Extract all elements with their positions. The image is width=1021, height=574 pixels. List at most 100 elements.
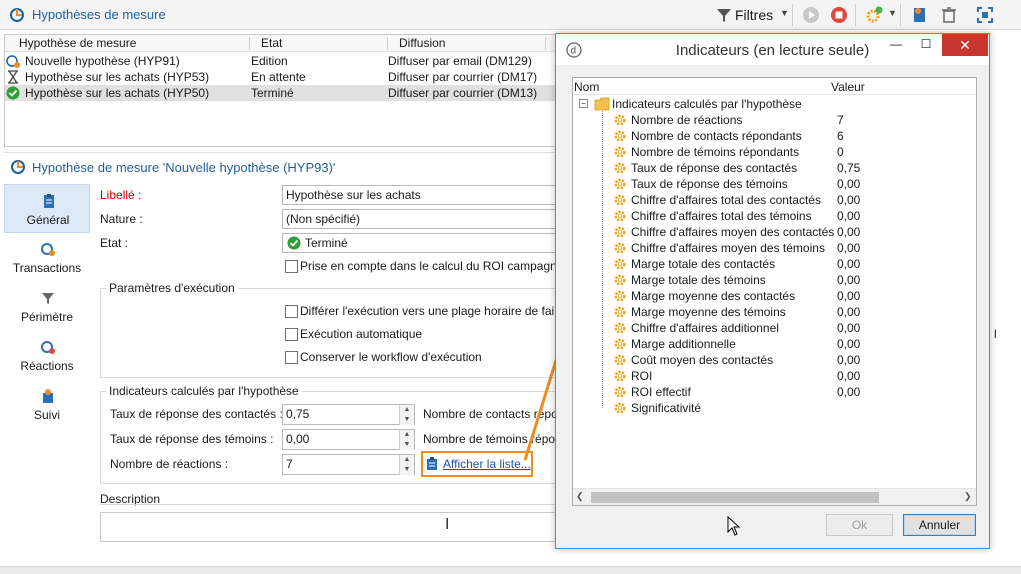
tree-item[interactable]: Taux de réponse des témoins 0,00 [573, 176, 976, 192]
tree-item-label: Nombre de contacts répondants [631, 129, 802, 143]
toolbar-divider [792, 4, 793, 26]
tree-item-label: Nombre de témoins répondants [631, 145, 800, 159]
spin-up-icon[interactable]: ▲ [399, 405, 414, 415]
table-row[interactable]: Nouvelle hypothèse (HYP91) Edition Diffu… [5, 53, 563, 69]
column-header-hypothesis[interactable]: Hypothèse de mesure [19, 36, 136, 50]
state-value: Terminé [305, 236, 348, 250]
nav-item-transactions[interactable]: Transactions [4, 233, 90, 282]
ok-button[interactable]: Ok [826, 514, 893, 536]
contacts-rate-label: Taux de réponse des contactés : [110, 407, 283, 421]
tree-item[interactable]: ROI effectif 0,00 [573, 384, 976, 400]
tree-item[interactable]: Marge additionnelle 0,00 [573, 336, 976, 352]
collapse-icon[interactable]: − [579, 99, 588, 108]
cell-hypothesis: Nouvelle hypothèse (HYP91) [25, 54, 180, 68]
tree-item[interactable]: Chiffre d'affaires moyen des témoins 0,00 [573, 240, 976, 256]
new-hypothesis-icon [6, 55, 20, 68]
funnel-icon[interactable] [714, 5, 734, 25]
gear-add-icon[interactable] [864, 5, 884, 25]
document-add-icon[interactable] [910, 5, 930, 25]
scroll-left-icon[interactable]: ❮ [576, 491, 584, 502]
nav-label: Périmètre [20, 310, 73, 324]
tree-item[interactable]: ROI 0,00 [573, 368, 976, 384]
tree-item-value: 0 [837, 145, 844, 159]
filters-dropdown-icon[interactable]: ▼ [780, 8, 789, 18]
tree-item[interactable]: Taux de réponse des contactés 0,75 [573, 160, 976, 176]
tree-item-value: 0,00 [837, 337, 861, 351]
column-header-name[interactable]: Nom [574, 80, 599, 94]
tree-item[interactable]: Marge moyenne des témoins 0,00 [573, 304, 976, 320]
table-row[interactable]: Hypothèse sur les achats (HYP53) En atte… [5, 69, 563, 85]
witness-rate-label: Taux de réponse des témoins : [110, 432, 274, 446]
stop-icon[interactable] [829, 5, 849, 25]
tree-root[interactable]: − Indicateurs calculés par l'hypothèse [573, 96, 976, 112]
witness-rate-value: 0,00 [286, 432, 310, 446]
horizontal-scrollbar[interactable]: ❮ ❯ [573, 488, 976, 505]
tree-item[interactable]: Marge totale des contactés 0,00 [573, 256, 976, 272]
tree-item-value: 0,00 [837, 177, 861, 191]
nav-item-general[interactable]: Général [4, 184, 90, 233]
spin-down-icon[interactable]: ▼ [399, 465, 414, 475]
description-input[interactable] [100, 512, 560, 542]
funnel-icon [42, 293, 54, 304]
column-header-state[interactable]: Etat [261, 36, 282, 50]
tree-item[interactable]: Nombre de contacts répondants 6 [573, 128, 976, 144]
play-icon[interactable] [801, 5, 821, 25]
nav-item-reactions[interactable]: Réactions [4, 331, 90, 380]
cancel-button[interactable]: Annuler [903, 514, 976, 536]
page-title: Hypothèses de mesure [32, 7, 166, 22]
nature-select[interactable]: (Non spécifié) [282, 209, 560, 229]
spin-down-icon[interactable]: ▼ [399, 440, 414, 450]
minimize-icon[interactable]: — [886, 37, 906, 53]
spin-down-icon[interactable]: ▼ [399, 415, 414, 425]
witness-rate-stepper[interactable]: 0,00 ▲ ▼ [282, 429, 415, 450]
scrollbar-thumb[interactable] [591, 492, 879, 503]
nav-label: Suivi [33, 408, 60, 422]
tree-item-label: Coût moyen des contactés [631, 353, 774, 367]
roi-checkbox[interactable] [285, 260, 298, 273]
tree-item[interactable]: Chiffre d'affaires additionnel 0,00 [573, 320, 976, 336]
tree-item-label: Marge totale des contactés [631, 257, 776, 271]
tree-item[interactable]: Significativité [573, 400, 976, 416]
toolbar-divider [855, 4, 856, 26]
contacts-rate-stepper[interactable]: 0,75 ▲ ▼ [282, 404, 415, 425]
trash-icon[interactable] [939, 5, 959, 25]
column-separator[interactable] [545, 37, 546, 50]
tree-item-label: Chiffre d'affaires moyen des contactés [631, 225, 835, 239]
status-bar [0, 566, 1021, 574]
auto-execution-checkbox[interactable] [285, 328, 298, 341]
state-field: Terminé [282, 233, 560, 253]
column-header-delivery[interactable]: Diffusion [399, 36, 445, 50]
maximize-icon[interactable]: ☐ [916, 37, 936, 53]
keep-workflow-checkbox[interactable] [285, 351, 298, 364]
tree-item[interactable]: Coût moyen des contactés 0,00 [573, 352, 976, 368]
cell-state: Edition [251, 54, 288, 68]
nav-item-tracking[interactable]: Suivi [4, 380, 90, 429]
show-list-link[interactable]: Afficher la liste... [443, 457, 531, 471]
nav-item-perimeter[interactable]: Périmètre [4, 282, 90, 331]
tree-item[interactable]: Nombre de témoins répondants 0 [573, 144, 976, 160]
fullscreen-icon[interactable] [975, 5, 995, 25]
tree-item[interactable]: Marge totale des témoins 0,00 [573, 272, 976, 288]
reactions-stepper[interactable]: 7 ▲ ▼ [282, 454, 415, 475]
actions-dropdown-icon[interactable]: ▼ [888, 8, 897, 18]
close-button[interactable]: ✕ [942, 34, 988, 56]
filters-button[interactable]: Filtres [735, 7, 773, 23]
dialog-titlebar[interactable]: d Indicateurs (en lecture seule) — ☐ ✕ [556, 34, 989, 65]
state-label: Etat : [100, 236, 129, 250]
table-row[interactable]: Hypothèse sur les achats (HYP50) Terminé… [5, 85, 563, 101]
spin-up-icon[interactable]: ▲ [399, 455, 414, 465]
spin-up-icon[interactable]: ▲ [399, 430, 414, 440]
column-separator[interactable] [249, 37, 250, 50]
tree-item[interactable]: Chiffre d'affaires total des contactés 0,… [573, 192, 976, 208]
scroll-right-icon[interactable]: ❯ [964, 491, 972, 502]
label-input[interactable]: Hypothèse sur les achats [282, 185, 560, 205]
tree-item[interactable]: Chiffre d'affaires moyen des contactés 0,… [573, 224, 976, 240]
tree-item-value: 0,00 [837, 209, 861, 223]
defer-checkbox[interactable] [285, 305, 298, 318]
column-header-value[interactable]: Valeur [831, 80, 865, 94]
tree-item[interactable]: Marge moyenne des contactés 0,00 [573, 288, 976, 304]
tree-item[interactable]: Chiffre d'affaires total des témoins 0,00 [573, 208, 976, 224]
gear-icon [614, 354, 626, 366]
column-separator[interactable] [387, 37, 388, 50]
tree-item[interactable]: Nombre de réactions 7 [573, 112, 976, 128]
